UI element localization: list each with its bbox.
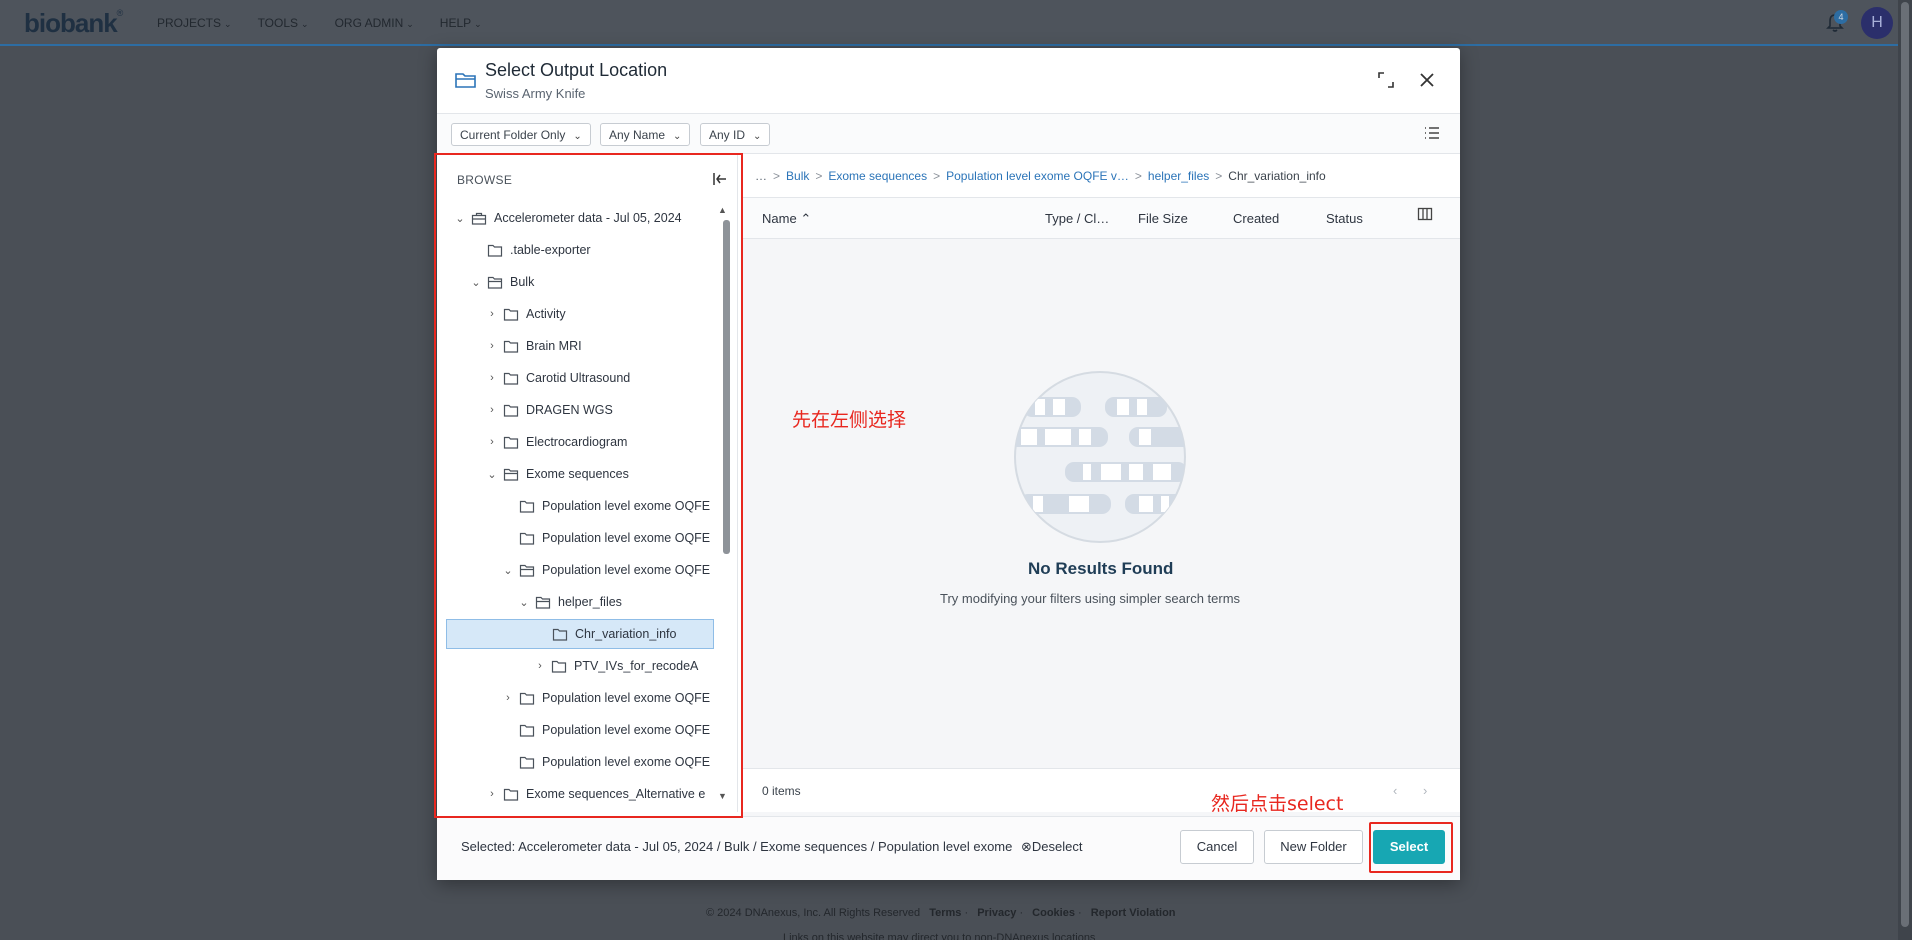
modal-subtitle: Swiss Army Knife [485,86,586,101]
brand-logo[interactable]: biobank® [24,8,123,39]
cancel-button[interactable]: Cancel [1180,830,1254,864]
column-file-size[interactable]: File Size [1138,211,1188,226]
annotation-text-left: 先在左侧选择 [792,409,907,431]
breadcrumb: … > Bulk > Exome sequences > Population lev… [755,169,1326,183]
modal-header: Select Output Location Swiss Army Knife [437,48,1460,114]
page-scrollbar[interactable] [1898,0,1912,940]
next-page-icon[interactable]: › [1423,783,1427,798]
breadcrumb-current: Chr_variation_info [1228,169,1326,183]
footer-link-terms[interactable]: Terms [929,907,961,919]
chevron-down-icon: ⌄ [753,131,762,142]
circle-x-icon: ⊗ [1021,839,1032,854]
breadcrumb-population-level[interactable]: Population level exome OQFE v… [946,169,1129,183]
footer-note: Links on this website may direct you to … [783,932,1096,940]
chevron-down-icon: ⌄ [673,131,682,142]
footer-link-report[interactable]: Report Violation [1091,907,1176,919]
column-created[interactable]: Created [1233,211,1279,226]
footer-copyright: © 2024 DNAnexus, Inc. All Rights Reserve… [706,907,921,919]
modal-title: Select Output Location [485,60,668,80]
nav-tools[interactable]: TOOLS ⌄ [258,16,309,30]
column-status[interactable]: Status [1326,211,1363,226]
selected-path: Selected: Accelerometer data - Jul 05, 2… [461,839,1016,854]
empty-state-title: No Results Found [1028,559,1174,578]
nav-projects[interactable]: PROJECTS ⌄ [157,16,232,30]
sort-ascending-icon: ⌃ [800,211,812,226]
main-nav: PROJECTS ⌄ TOOLS ⌄ ORG ADMIN ⌄ HELP ⌄ [157,16,508,30]
breadcrumb-bulk[interactable]: Bulk [786,169,809,183]
filter-current-folder[interactable]: Current Folder Only ⌄ [451,123,591,146]
filter-any-name[interactable]: Any Name ⌄ [600,123,691,146]
breadcrumb-helper-files[interactable]: helper_files [1148,169,1209,183]
table-header: Name ⌃ Type / Cl… File Size Created Stat… [741,197,1460,239]
annotation-text-right: 然后点击select [1211,793,1344,815]
items-bar [741,768,1460,812]
filter-bar: Current Folder Only ⌄ Any Name ⌄ Any ID ⌄ [437,114,1460,154]
column-name[interactable]: Name ⌃ [762,211,811,227]
annotation-box-select [1369,822,1453,873]
list-view-icon[interactable] [1423,124,1441,142]
top-navbar: biobank® PROJECTS ⌄ TOOLS ⌄ ORG ADMIN ⌄ HEL… [0,0,1912,46]
page-scrollbar-thumb[interactable] [1901,2,1909,927]
deselect-link[interactable]: ⊗Deselect [1021,839,1082,855]
chevron-down-icon: ⌄ [474,19,482,29]
chevron-down-icon: ⌄ [573,131,582,142]
breadcrumb-ellipsis[interactable]: … [755,169,767,183]
avatar[interactable]: H [1861,7,1893,39]
footer-link-cookies[interactable]: Cookies [1032,907,1075,919]
nav-org-admin[interactable]: ORG ADMIN ⌄ [335,16,414,30]
breadcrumb-exome-sequences[interactable]: Exome sequences [828,169,927,183]
previous-page-icon[interactable]: ‹ [1393,783,1397,798]
filter-any-id[interactable]: Any ID ⌄ [700,123,771,146]
chevron-down-icon: ⌄ [406,19,414,29]
close-icon[interactable] [1417,70,1437,90]
annotation-box-tree [434,153,743,818]
chevron-down-icon: ⌄ [224,19,232,29]
new-folder-button[interactable]: New Folder [1264,830,1363,864]
column-settings-icon[interactable] [1417,206,1433,222]
empty-state-illustration [1014,371,1186,543]
column-type[interactable]: Type / Cl… [1045,211,1109,226]
folder-open-icon [455,73,476,88]
empty-state-message: Try modifying your filters using simpler… [940,591,1241,606]
footer-link-privacy[interactable]: Privacy [977,907,1016,919]
expand-icon[interactable] [1376,70,1396,90]
notification-badge: 4 [1834,10,1848,24]
nav-help[interactable]: HELP ⌄ [440,16,482,30]
items-count: 0 items [762,784,801,798]
chevron-down-icon: ⌄ [301,19,309,29]
